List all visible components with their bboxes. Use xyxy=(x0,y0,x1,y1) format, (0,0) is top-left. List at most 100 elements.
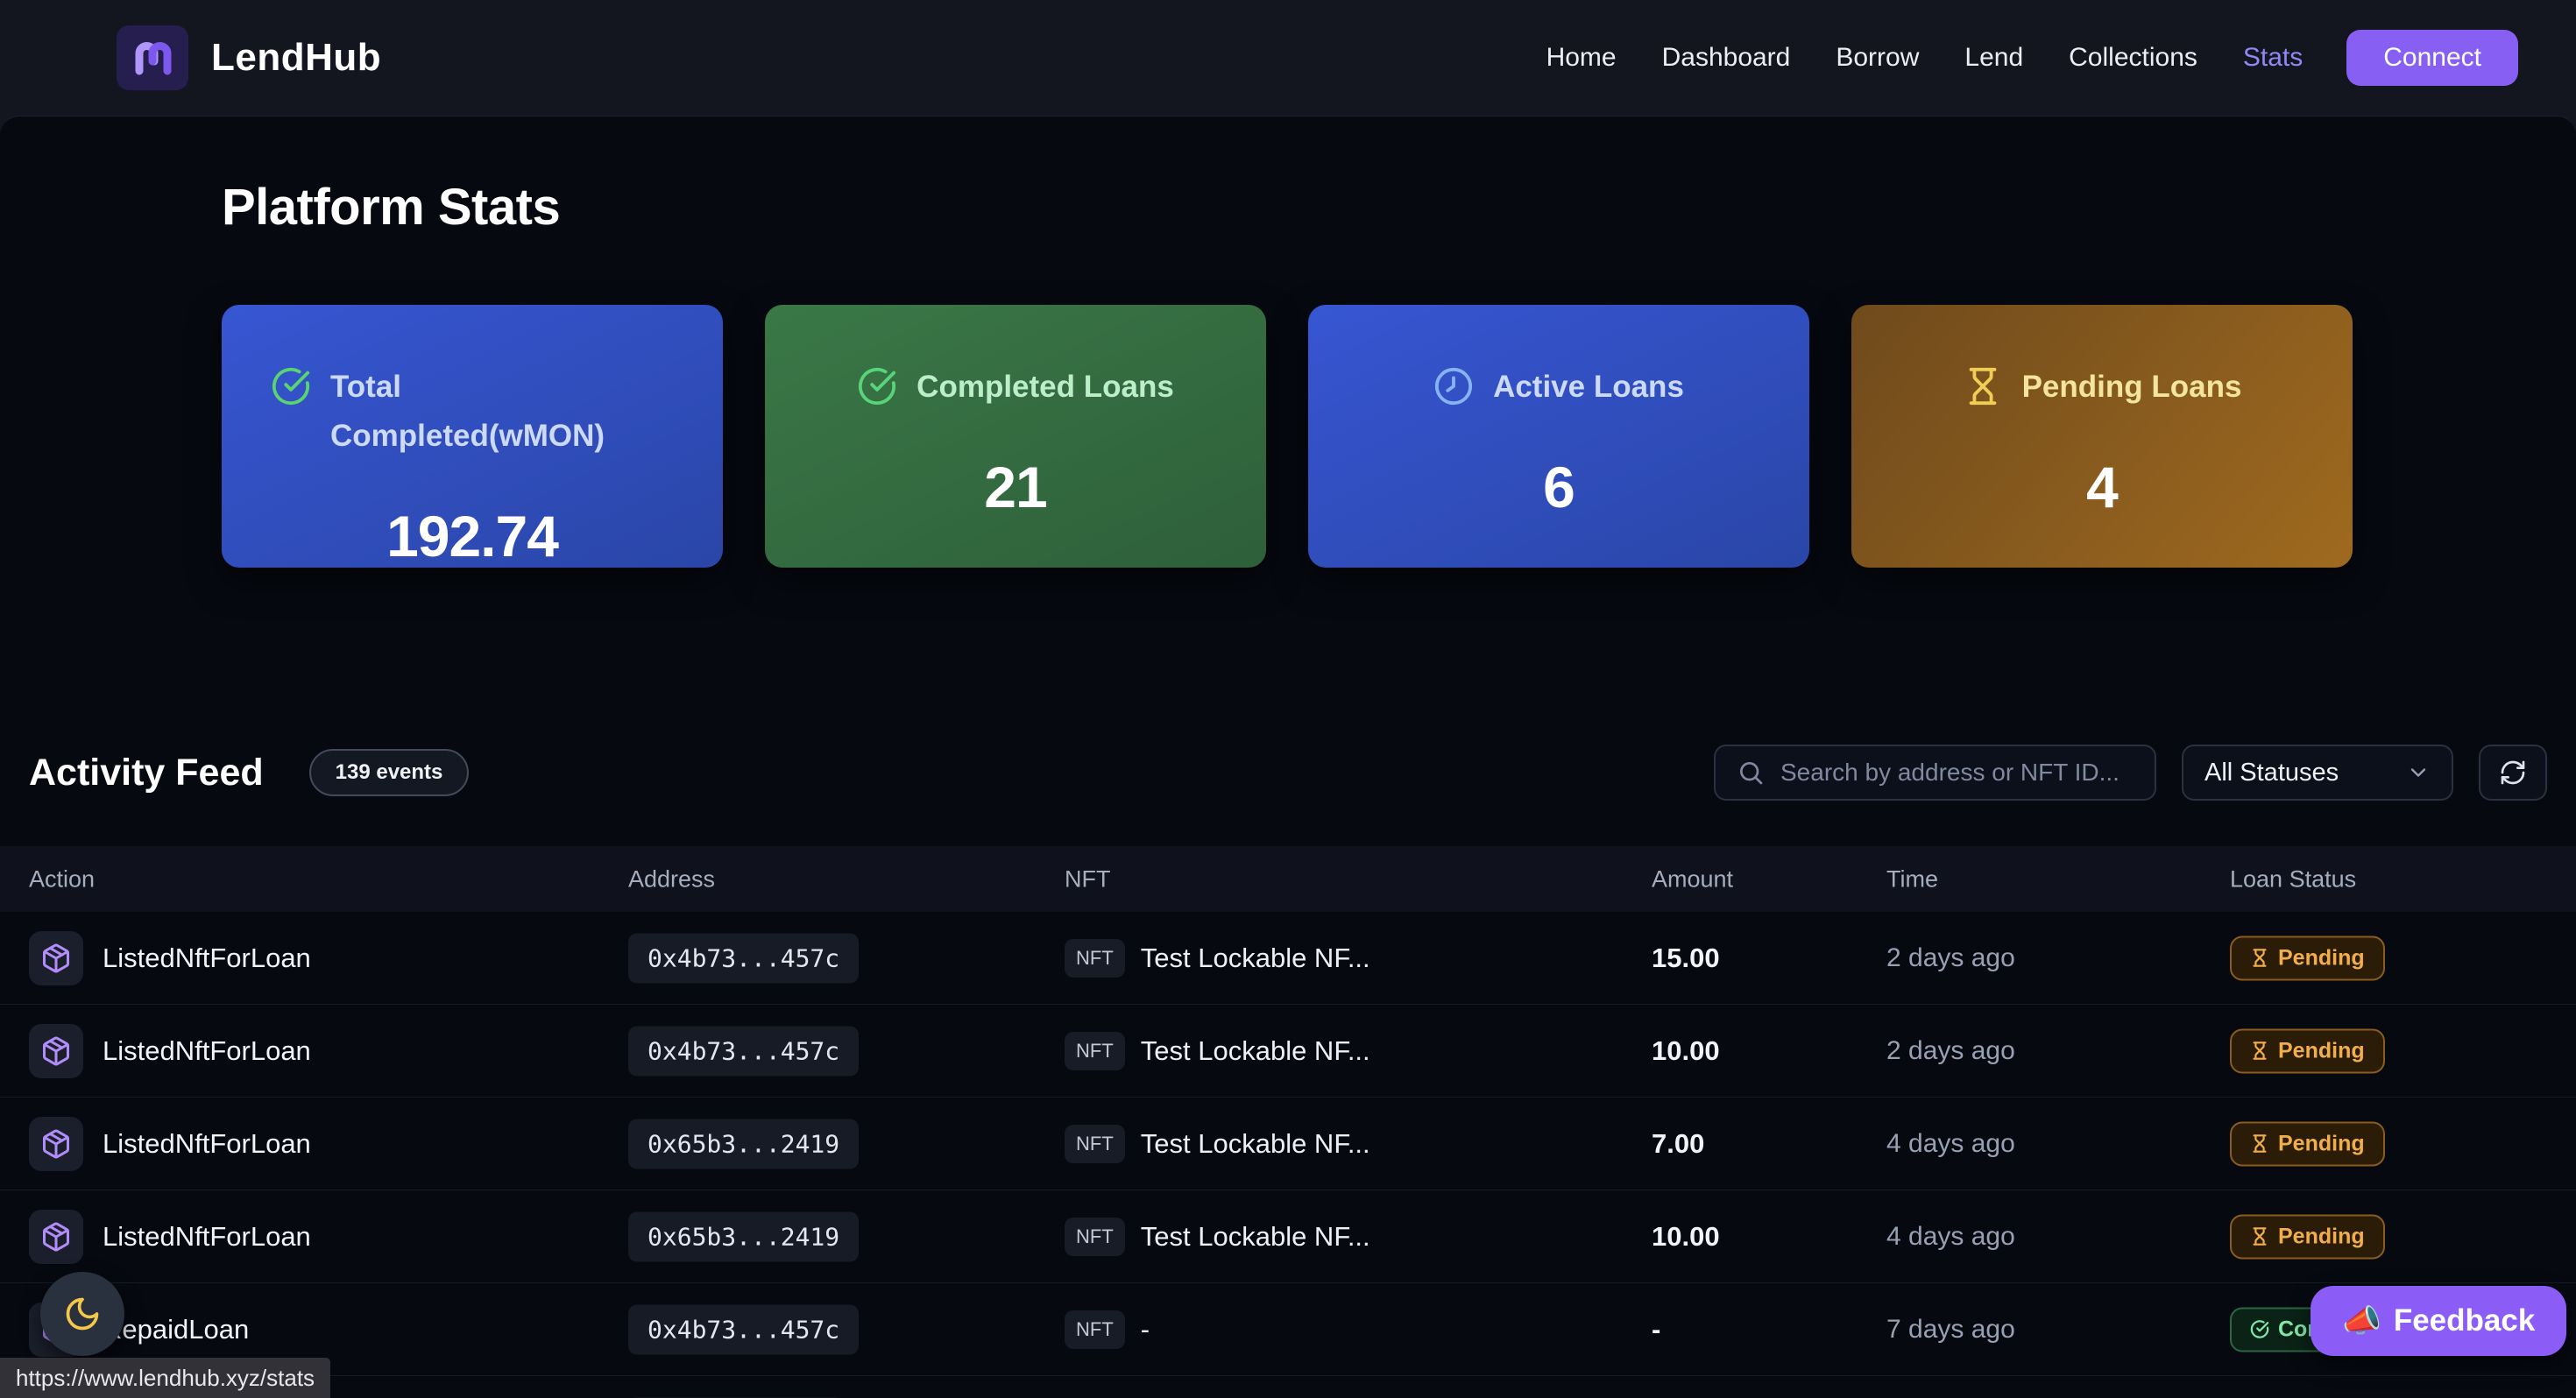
table-row: RepaidLoan 0x4b73...457c NFT - - 7 days … xyxy=(0,1283,2576,1376)
amount-value: 7.00 xyxy=(1652,1128,1704,1160)
stat-card-value: 4 xyxy=(1900,454,2304,520)
column-header-time: Time xyxy=(1886,865,1938,893)
table-row: ListedNftForLoan 0x65b3...2419 NFT Test … xyxy=(0,1098,2576,1190)
table-header-row: Action Address NFT Amount Time Loan Stat… xyxy=(0,846,2576,912)
search-icon xyxy=(1737,759,1765,787)
search-box[interactable] xyxy=(1714,745,2156,801)
feedback-button[interactable]: 📣 Feedback xyxy=(2311,1286,2566,1356)
stat-card-label: Completed Loans xyxy=(916,363,1174,412)
package-cube-icon xyxy=(29,931,83,985)
amount-value: - xyxy=(1652,1314,1660,1345)
page-title: Platform Stats xyxy=(222,178,560,237)
nft-badge: NFT xyxy=(1065,1310,1125,1349)
stat-card-label: Total Completed(wMON) xyxy=(330,363,628,461)
nft-badge: NFT xyxy=(1065,1218,1125,1256)
nft-badge: NFT xyxy=(1065,1125,1125,1163)
status-badge-pending: Pending xyxy=(2230,1214,2385,1259)
nft-badge: NFT xyxy=(1065,939,1125,978)
status-badge-pending: Pending xyxy=(2230,1121,2385,1166)
brand-name: LendHub xyxy=(211,36,381,80)
brand-logo[interactable]: LendHub xyxy=(117,25,381,90)
package-cube-icon xyxy=(29,1117,83,1171)
search-input[interactable] xyxy=(1780,759,2134,787)
nav-item-dashboard[interactable]: Dashboard xyxy=(1660,38,1793,78)
address-chip: 0x4b73...457c xyxy=(628,933,859,983)
activity-feed-title: Activity Feed xyxy=(29,752,264,794)
table-row: ListedNftForLoan 0x4b73...457c NFT Test … xyxy=(0,912,2576,1005)
lendhub-logo-icon xyxy=(117,25,188,90)
activity-table-body: ListedNftForLoan 0x4b73...457c NFT Test … xyxy=(0,912,2576,1398)
column-header-nft: NFT xyxy=(1065,865,1110,893)
activity-feed-header: Activity Feed 139 events All Statuses xyxy=(29,744,2547,801)
column-header-amount: Amount xyxy=(1652,865,1733,893)
dark-mode-toggle-button[interactable] xyxy=(40,1272,124,1356)
time-value: 4 days ago xyxy=(1886,1129,2015,1159)
refresh-icon xyxy=(2499,759,2527,787)
feed-controls: All Statuses xyxy=(1714,745,2547,801)
events-count-badge: 139 events xyxy=(309,749,470,796)
address-chip: 0x4b73...457c xyxy=(628,1304,859,1354)
navbar: LendHub Home Dashboard Borrow Lend Colle… xyxy=(0,0,2576,116)
status-filter-select[interactable]: All Statuses xyxy=(2182,745,2453,801)
nav-item-borrow[interactable]: Borrow xyxy=(1834,38,1921,78)
table-row: ListedNftForLoan 0x65b3...2419 NFT Test … xyxy=(0,1190,2576,1283)
stat-card-pending-loans: Pending Loans 4 xyxy=(1851,305,2353,568)
time-value: 4 days ago xyxy=(1886,1222,2015,1252)
check-circle-icon xyxy=(2250,1320,2269,1339)
column-header-action: Action xyxy=(29,865,95,893)
stat-card-completed-loans: Completed Loans 21 xyxy=(765,305,1266,568)
stat-card-active-loans: Active Loans 6 xyxy=(1308,305,1809,568)
action-label: ListedNftForLoan xyxy=(103,1221,311,1253)
main-panel: Platform Stats Total Completed(wMON) 192… xyxy=(0,116,2576,1398)
table-row-partial: NFT xyxy=(0,1376,2576,1398)
status-badge-pending: Pending xyxy=(2230,936,2385,980)
nft-badge: NFT xyxy=(1065,1032,1125,1070)
time-value: 2 days ago xyxy=(1886,1036,2015,1066)
megaphone-icon: 📣 xyxy=(2342,1303,2381,1339)
table-row: ListedNftForLoan 0x4b73...457c NFT Test … xyxy=(0,1005,2576,1098)
amount-value: 10.00 xyxy=(1652,1035,1720,1067)
stat-cards-row: Total Completed(wMON) 192.74 Completed L… xyxy=(222,305,2353,568)
lendhub-stats-page: LendHub Home Dashboard Borrow Lend Colle… xyxy=(0,0,2576,1398)
stat-card-total-completed: Total Completed(wMON) 192.74 xyxy=(222,305,723,568)
action-label: ListedNftForLoan xyxy=(103,1035,311,1067)
nav-item-home[interactable]: Home xyxy=(1545,38,1618,78)
hourglass-icon xyxy=(2250,949,2269,968)
time-value: 2 days ago xyxy=(1886,943,2015,973)
clock-icon xyxy=(1433,366,1474,406)
check-circle-icon xyxy=(857,366,897,406)
nft-name: Test Lockable NF... xyxy=(1141,1221,1370,1253)
action-label: ListedNftForLoan xyxy=(103,1128,311,1160)
amount-value: 15.00 xyxy=(1652,943,1720,974)
package-cube-icon xyxy=(29,1024,83,1078)
status-badge-pending: Pending xyxy=(2230,1028,2385,1073)
stat-card-label: Active Loans xyxy=(1493,363,1684,412)
hourglass-icon xyxy=(2250,1134,2269,1154)
hourglass-icon xyxy=(1963,366,2003,406)
moon-icon xyxy=(63,1295,102,1333)
refresh-button[interactable] xyxy=(2479,745,2547,801)
status-filter-value: All Statuses xyxy=(2204,759,2339,787)
action-label: RepaidLoan xyxy=(103,1314,249,1345)
nav-item-collections[interactable]: Collections xyxy=(2067,38,2199,78)
nav-links: Home Dashboard Borrow Lend Collections S… xyxy=(1545,38,2305,78)
action-label: ListedNftForLoan xyxy=(103,943,311,974)
feedback-label: Feedback xyxy=(2394,1303,2535,1338)
package-cube-icon xyxy=(29,1210,83,1264)
stat-card-value: 192.74 xyxy=(271,503,674,569)
hourglass-icon xyxy=(2250,1041,2269,1061)
check-circle-icon xyxy=(271,366,311,406)
nft-name: - xyxy=(1141,1314,1150,1345)
connect-wallet-button[interactable]: Connect xyxy=(2346,30,2518,86)
address-chip: 0x65b3...2419 xyxy=(628,1119,859,1169)
stat-card-value: 6 xyxy=(1357,454,1760,520)
nav-item-stats[interactable]: Stats xyxy=(2241,38,2304,78)
nav-item-lend[interactable]: Lend xyxy=(1963,38,2025,78)
time-value: 7 days ago xyxy=(1886,1315,2015,1345)
nft-name: Test Lockable NF... xyxy=(1141,943,1370,974)
nft-name: Test Lockable NF... xyxy=(1141,1128,1370,1160)
column-header-address: Address xyxy=(628,865,715,893)
nft-name: Test Lockable NF... xyxy=(1141,1035,1370,1067)
stat-card-label: Pending Loans xyxy=(2022,363,2242,412)
address-chip: 0x4b73...457c xyxy=(628,1026,859,1076)
